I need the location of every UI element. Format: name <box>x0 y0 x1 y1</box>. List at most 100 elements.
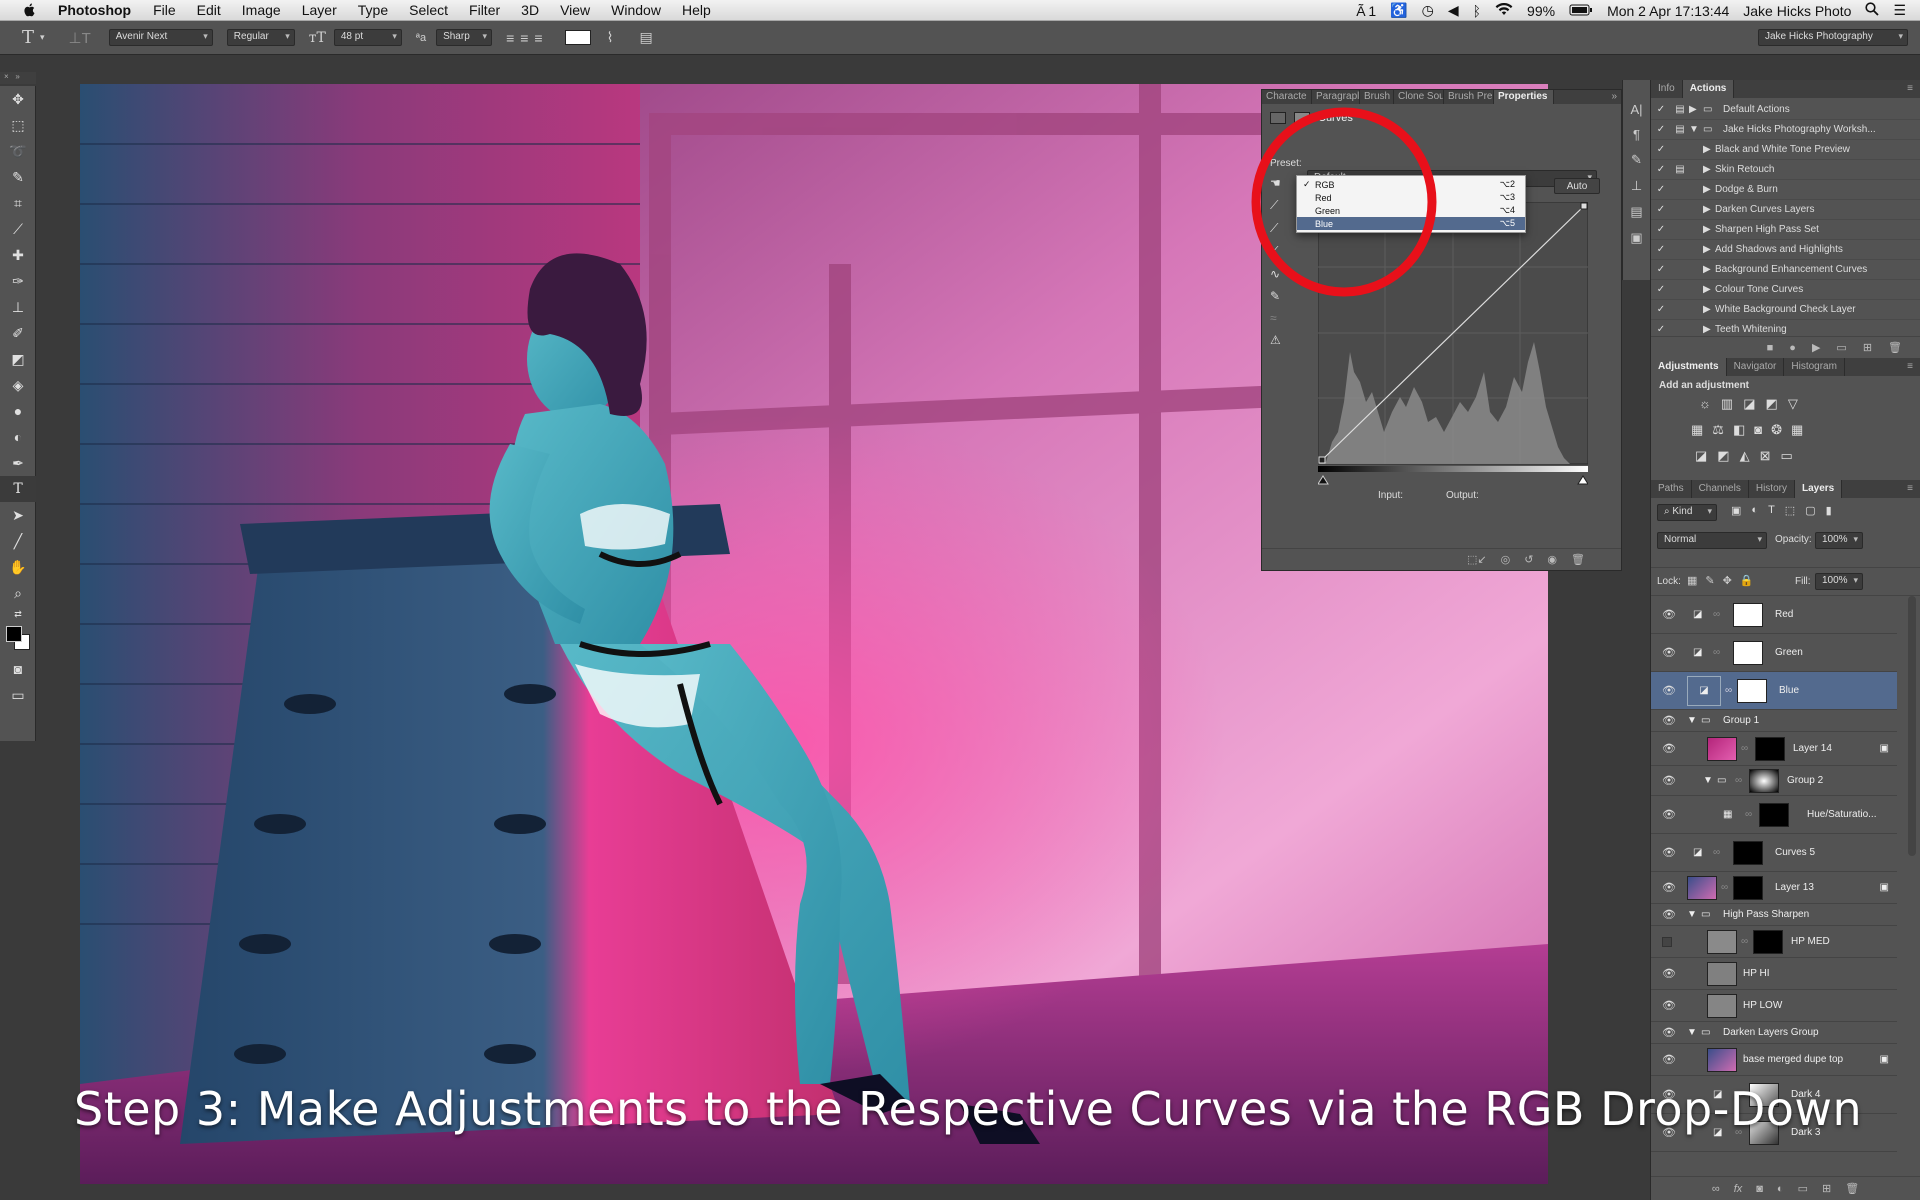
action-row[interactable]: ✓ ▶ Black and White Tone Preview <box>1651 140 1920 160</box>
toggle-checkmark-icon[interactable]: ✓ <box>1651 244 1671 255</box>
layer-thumbnail[interactable] <box>1707 993 1737 1018</box>
toggle-checkmark-icon[interactable]: ✓ <box>1651 224 1671 235</box>
warp-text-icon[interactable]: ⌇ <box>607 29 614 46</box>
collapse-arrow-icon[interactable]: ▼ <box>1687 715 1697 726</box>
layer-thumbnail[interactable] <box>1687 875 1717 900</box>
layer-row-curves-5[interactable]: 👁 ◪ ∞ Curves 5 <box>1651 834 1897 872</box>
layer-thumbnail[interactable] <box>1707 961 1737 986</box>
new-group-icon[interactable]: ▭ <box>1798 1182 1808 1195</box>
tab-navigator[interactable]: Navigator <box>1727 358 1785 376</box>
expand-arrow-icon[interactable]: ▶ <box>1703 244 1715 255</box>
tab-paths[interactable]: Paths <box>1651 480 1692 498</box>
toggle-checkmark-icon[interactable]: ✓ <box>1651 264 1671 275</box>
expand-arrow-icon[interactable]: ▶ <box>1703 284 1715 295</box>
menu-3d[interactable]: 3D <box>521 2 539 18</box>
toolbar-collapse-icon[interactable]: » <box>15 72 19 81</box>
tab-actions[interactable]: Actions <box>1682 80 1735 98</box>
brush-panel-icon[interactable]: ✎ <box>1631 152 1642 168</box>
toggle-checkmark-icon[interactable]: ✓ <box>1651 144 1671 155</box>
layer-row-hue-saturation[interactable]: 👁 ▦ ∞ Hue/Saturatio... <box>1651 796 1897 834</box>
visibility-eye-icon[interactable]: 👁 <box>1662 1026 1676 1039</box>
layer-style-fx-icon[interactable]: fx <box>1734 1183 1743 1195</box>
menu-bar-clock[interactable]: Mon 2 Apr 17:13:44 <box>1607 3 1729 19</box>
menu-image[interactable]: Image <box>242 2 281 18</box>
visibility-eye-icon[interactable]: 👁 <box>1662 999 1676 1012</box>
eyedropper-tool-icon[interactable]: ⟋ <box>0 216 36 242</box>
tab-properties[interactable]: Properties <box>1494 90 1554 104</box>
channel-mixer-icon[interactable]: ❂ <box>1771 422 1782 438</box>
menu-file[interactable]: File <box>153 2 176 18</box>
new-layer-icon[interactable]: ⊞ <box>1822 1182 1831 1195</box>
link-icon[interactable]: ∞ <box>1735 775 1742 786</box>
new-set-icon[interactable]: ▭ <box>1836 341 1846 354</box>
toggle-visibility-icon[interactable]: ◉ <box>1547 553 1557 566</box>
toggle-checkmark-icon[interactable]: ✓ <box>1651 284 1671 295</box>
apple-logo-icon[interactable] <box>20 3 38 17</box>
path-selection-tool-icon[interactable]: ➤ <box>0 502 36 528</box>
toggle-checkmark-icon[interactable]: ✓ <box>1651 324 1671 335</box>
layer-row-hp-low[interactable]: 👁 HP LOW <box>1651 990 1897 1022</box>
auto-button[interactable]: Auto <box>1554 178 1600 194</box>
quick-select-tool-icon[interactable]: ✎ <box>0 164 36 190</box>
clipping-warning-icon[interactable]: ⚠ <box>1270 333 1290 347</box>
hue-saturation-icon[interactable]: ▦ <box>1691 422 1703 438</box>
blur-tool-icon[interactable]: ● <box>0 398 36 424</box>
character-panel-toggle-icon[interactable]: ▤ <box>639 29 652 46</box>
panel-menu-icon[interactable]: ≡ <box>1900 358 1920 376</box>
menu-type[interactable]: Type <box>358 2 388 18</box>
layer-row-high-pass-sharpen[interactable]: 👁 ▼ ▭ High Pass Sharpen <box>1651 904 1897 926</box>
spotlight-search-icon[interactable] <box>1865 2 1880 19</box>
hand-tool-icon[interactable]: ✋ <box>0 554 36 580</box>
action-row[interactable]: ✓ ▶ White Background Check Layer <box>1651 300 1920 320</box>
lasso-tool-icon[interactable]: ➰ <box>0 138 36 164</box>
accessibility-icon[interactable]: ♿ <box>1390 2 1407 19</box>
toggle-checkmark-icon[interactable]: ✓ <box>1651 184 1671 195</box>
fill-input[interactable]: 100% <box>1815 573 1863 590</box>
toggle-checkmark-icon[interactable]: ✓ <box>1651 104 1671 115</box>
menu-layer[interactable]: Layer <box>302 2 337 18</box>
properties-panel-icon[interactable]: ▣ <box>1630 230 1642 246</box>
expand-arrow-icon[interactable]: ▶ <box>1703 304 1715 315</box>
paragraph-panel-icon[interactable]: ¶ <box>1633 127 1640 142</box>
visibility-eye-icon[interactable]: 👁 <box>1662 774 1676 787</box>
clone-stamp-tool-icon[interactable]: ⊥ <box>0 294 36 320</box>
add-mask-icon[interactable]: ◙ <box>1756 1183 1763 1195</box>
vibrance-icon[interactable]: ▽ <box>1788 396 1798 412</box>
layer-filter-select[interactable]: ⌕ Kind <box>1657 504 1717 521</box>
action-row[interactable]: ✓ ▶ Darken Curves Layers <box>1651 200 1920 220</box>
link-layers-icon[interactable]: ∞ <box>1712 1183 1720 1195</box>
layer-thumbnail[interactable] <box>1707 929 1737 954</box>
history-brush-tool-icon[interactable]: ✐ <box>0 320 36 346</box>
dialog-toggle-icon[interactable]: ▤ <box>1671 164 1689 175</box>
expand-arrow-icon[interactable]: ▶ <box>1703 264 1715 275</box>
move-tool-icon[interactable]: ✥ <box>0 86 36 112</box>
collapse-arrow-icon[interactable]: ▼ <box>1703 775 1713 786</box>
link-icon[interactable]: ∞ <box>1713 847 1720 858</box>
layer-row-layer-14[interactable]: 👁 ∞ Layer 14 ▣ <box>1651 732 1897 766</box>
layers-scrollbar[interactable] <box>1908 596 1916 856</box>
character-panel-icon[interactable]: A| <box>1630 102 1642 117</box>
new-action-icon[interactable]: ⊞ <box>1863 341 1872 354</box>
color-balance-icon[interactable]: ⚖ <box>1712 422 1724 438</box>
action-row[interactable]: ✓ ▶ Add Shadows and Highlights <box>1651 240 1920 260</box>
play-icon[interactable]: ▶ <box>1812 341 1820 354</box>
visibility-eye-icon[interactable]: 👁 <box>1662 1053 1676 1066</box>
layer-row-layer-13[interactable]: 👁 ∞ Layer 13 ▣ <box>1651 872 1897 904</box>
posterize-icon[interactable]: ◩ <box>1717 448 1729 464</box>
lock-pixels-icon[interactable]: ✎ <box>1705 574 1714 587</box>
visibility-eye-icon[interactable]: 👁 <box>1662 908 1676 921</box>
expand-arrow-icon[interactable]: ▶ <box>1703 204 1715 215</box>
align-right-icon[interactable]: ≡ <box>534 30 542 46</box>
text-orientation-icon[interactable]: ⊥T <box>69 29 91 47</box>
visibility-eye-icon[interactable]: 👁 <box>1662 646 1676 659</box>
layer-row-group-1[interactable]: 👁 ▼ ▭ Group 1 <box>1651 710 1897 732</box>
link-icon[interactable]: ∞ <box>1725 685 1732 696</box>
visibility-toggle-empty[interactable] <box>1662 936 1672 947</box>
visibility-eye-icon[interactable]: 👁 <box>1662 742 1676 755</box>
clip-to-layer-icon[interactable]: ⬚↙ <box>1467 553 1487 566</box>
delete-layer-icon[interactable]: 🗑 <box>1845 1182 1859 1195</box>
adobe-indicator-icon[interactable]: Ã 1 <box>1356 3 1376 19</box>
expand-arrow-icon[interactable]: ▶ <box>1703 164 1715 175</box>
layer-row-blue[interactable]: 👁 ◪ ∞ Blue <box>1651 672 1897 710</box>
expand-arrow-icon[interactable]: ▶ <box>1703 184 1715 195</box>
